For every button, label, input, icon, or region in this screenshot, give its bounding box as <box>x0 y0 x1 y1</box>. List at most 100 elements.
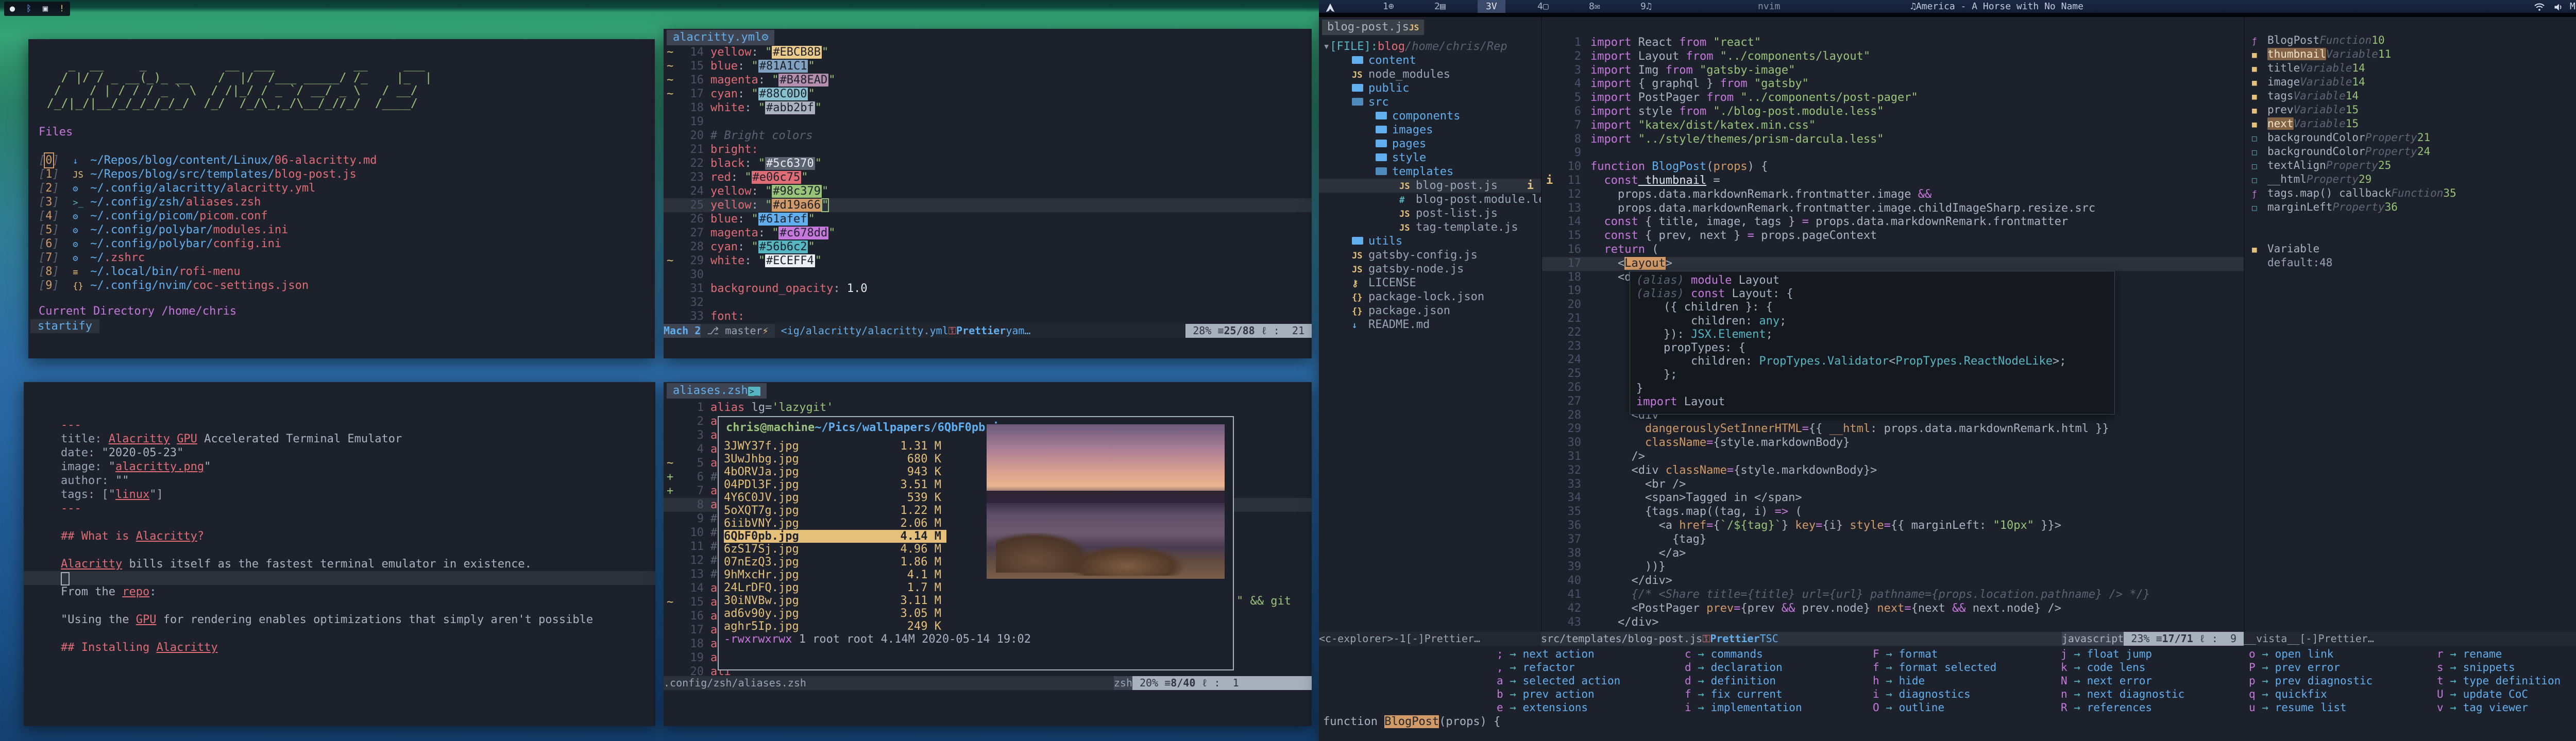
which-key-binding[interactable]: P → prev error <box>2249 661 2340 674</box>
startify-list-item[interactable]: [0] ↓~/Repos/blog/content/Linux/06-alacr… <box>39 153 655 167</box>
popup-file-row[interactable]: 6iibVNY.jpg2.06 M <box>724 517 946 530</box>
tree-node[interactable]: #blog-post.module.le <box>1319 193 1541 206</box>
workspace-4[interactable]: 4▢ <box>1529 0 1557 13</box>
display-icon[interactable]: ▣ <box>43 4 48 14</box>
tree-node[interactable]: JStag-template.js <box>1319 220 1541 234</box>
workspace-2[interactable]: 2▤ <box>1426 0 1454 13</box>
spotify-now-playing[interactable]: ♫America - A Horse with No Name <box>1910 0 2083 13</box>
workspace-9[interactable]: 9♫ <box>1632 0 1660 13</box>
workspace-3[interactable]: 3V <box>1478 0 1505 13</box>
vista-item[interactable]: □textAlignProperty25 <box>2245 159 2576 173</box>
tree-node[interactable]: {}package-lock.json <box>1319 290 1541 304</box>
arch-logo-icon[interactable] <box>1325 1 1335 14</box>
vista-item[interactable]: ■nextVariable15 <box>2245 117 2576 131</box>
vista-item[interactable]: ■imageVariable14 <box>2245 75 2576 89</box>
which-key-binding[interactable]: F → format <box>1873 648 1938 660</box>
startify-list-item[interactable]: [8] ≡~/.local/bin/rofi-menu <box>39 265 655 279</box>
vista-item[interactable]: ■tagsVariable14 <box>2245 89 2576 103</box>
which-key-binding[interactable]: d → definition <box>1685 675 1776 687</box>
popup-file-row[interactable]: 3JWY37f.jpg1.31 M <box>724 440 946 453</box>
vista-item[interactable]: ■prevVariable15 <box>2245 103 2576 117</box>
startify-list-item[interactable]: [2] ⚙~/.config/alacritty/alacritty.yml <box>39 181 655 195</box>
which-key-binding[interactable]: , → refactor <box>1497 661 1575 674</box>
popup-file-row[interactable]: 24LrDFQ.jpg1.7 M <box>724 581 946 594</box>
which-key-binding[interactable]: f → fix current <box>1685 688 1783 700</box>
which-key-binding[interactable]: s → snippets <box>2437 661 2515 674</box>
which-key-binding[interactable]: U → update CoC <box>2437 688 2528 700</box>
tree-node[interactable]: JSnode_modules <box>1319 67 1541 81</box>
nvim-editor[interactable]: blog-post.jsJS ▾[FILE]:blog/home/chris/Re… <box>1319 17 2576 741</box>
tray-bar[interactable]: ● ᛒ ▣! <box>4 2 70 16</box>
tree-node[interactable]: src <box>1319 95 1541 109</box>
which-key-binding[interactable]: f → format selected <box>1873 661 1996 674</box>
discord-icon[interactable]: ● <box>10 4 15 14</box>
wifi-icon[interactable] <box>2534 1 2545 13</box>
explorer-tab[interactable]: blog-post.jsJS <box>1322 20 1424 35</box>
popup-file-row[interactable]: 6QbF0pb.jpg4.14 M <box>724 530 946 543</box>
which-key-binding[interactable]: d → declaration <box>1685 661 1783 674</box>
popup-file-row[interactable]: 4Y6C0JV.jpg539 K <box>724 491 946 504</box>
popup-file-row[interactable]: 07nEzQ3.jpg1.86 M <box>724 556 946 568</box>
which-key-binding[interactable]: q → quickfix <box>2249 688 2327 700</box>
coc-explorer-pane[interactable]: blog-post.jsJS ▾[FILE]:blog/home/chris/Re… <box>1319 17 1541 632</box>
alacritty-yml-terminal[interactable]: alacritty.yml⚙~14yellow: "#EBCB8B"~15blu… <box>664 29 1312 358</box>
startify-terminal[interactable]: _ __ _ __ ___ __ ___ / |/ / _ __(_)_ __ … <box>28 39 655 358</box>
workspace-1[interactable]: 1⊕ <box>1375 0 1402 13</box>
which-key-binding[interactable]: v → tag viewer <box>2437 701 2528 714</box>
startify-list-item[interactable]: [9] {}~/.config/nvim/coc-settings.json <box>39 279 655 292</box>
markdown-terminal[interactable]: ---title: Alacritty GPU Accelerated Term… <box>24 382 655 726</box>
startify-list-item[interactable]: [5] ⚙~/.config/polybar/modules.ini <box>39 223 655 237</box>
tree-node[interactable]: style <box>1319 151 1541 165</box>
startify-list-item[interactable]: [4] ⚙~/.config/picom/picom.conf <box>39 209 655 223</box>
explorer-root[interactable]: ▾[FILE]:blog/home/chris/Rep <box>1323 40 1541 54</box>
bluetooth-icon[interactable]: ᛒ <box>26 4 31 14</box>
which-key-binding[interactable]: t → type definition <box>2437 675 2561 687</box>
tree-node[interactable]: pages <box>1319 137 1541 151</box>
popup-file-row[interactable]: aghr5Ip.jpg249 K <box>724 620 946 633</box>
vista-outline-pane[interactable]: ƒBlogPostFunction10■thumbnailVariable11■… <box>2245 17 2576 632</box>
which-key-binding[interactable]: h → hide <box>1873 675 1925 687</box>
which-key-binding[interactable]: i → diagnostics <box>1873 688 1971 700</box>
which-key-binding[interactable]: b → prev action <box>1497 688 1595 700</box>
popup-file-row[interactable]: ad6v90y.jpg3.05 M <box>724 607 946 620</box>
vista-item[interactable]: ƒtags.map() callbackFunction35 <box>2245 186 2576 200</box>
vista-item[interactable]: ■titleVariable14 <box>2245 61 2576 75</box>
startify-list-item[interactable]: [6] ⚙~/.config/polybar/config.ini <box>39 237 655 251</box>
which-key-binding[interactable]: R → references <box>2061 701 2152 714</box>
which-key-binding[interactable]: j → float jump <box>2061 648 2152 660</box>
vista-item[interactable]: ƒBlogPostFunction10 <box>2245 33 2576 47</box>
tree-node[interactable]: components <box>1319 109 1541 123</box>
popup-file-row[interactable]: 6zS17Sj.jpg4.96 M <box>724 543 946 556</box>
tree-node[interactable]: ⚷LICENSE <box>1319 276 1541 290</box>
tree-node[interactable]: templates <box>1319 165 1541 179</box>
fzf-preview-popup[interactable]: chris@machine~/Pics/wallpapers/6QbF0pb.j… <box>718 416 1234 670</box>
tree-node[interactable]: JSgatsby-node.js <box>1319 262 1541 276</box>
tree-node[interactable]: JSblog-post.jsi <box>1319 179 1541 193</box>
which-key-binding[interactable]: a → selected action <box>1497 675 1620 687</box>
which-key-binding[interactable]: k → code lens <box>2061 661 2145 674</box>
which-key-binding[interactable]: n → next diagnostic <box>2061 688 2184 700</box>
popup-file-row[interactable]: 5oXQT7g.jpg1.22 M <box>724 504 946 517</box>
vista-item[interactable]: □__htmlProperty29 <box>2245 173 2576 186</box>
which-key-binding[interactable]: u → resume list <box>2249 701 2347 714</box>
startify-list-item[interactable]: [1] JS~/Repos/blog/src/templates/blog-po… <box>39 167 655 181</box>
which-key-binding[interactable]: O → outline <box>1873 701 1944 714</box>
aliases-terminal[interactable]: aliases.zsh>_1alias lg='lazygit'2ali3ali… <box>664 382 1312 726</box>
which-key-binding[interactable]: e → extensions <box>1497 701 1588 714</box>
tree-node[interactable]: utils <box>1319 234 1541 248</box>
startify-list-item[interactable]: [3] >_~/.config/zsh/aliases.zsh <box>39 195 655 209</box>
notification-icon[interactable]: ! <box>59 4 64 14</box>
popup-file-row[interactable]: 30iNVBw.jpg3.11 M <box>724 594 946 607</box>
workspace-8[interactable]: 8✉ <box>1581 0 1608 13</box>
tree-node[interactable]: JSgatsby-config.js <box>1319 248 1541 262</box>
which-key-binding[interactable]: p → prev diagnostic <box>2249 675 2372 687</box>
popup-file-row[interactable]: 4bORVJa.jpg943 K <box>724 466 946 478</box>
code-pane[interactable]: 1import React from "react"2import Layout… <box>1542 17 2244 632</box>
tree-node[interactable]: JSpost-list.js <box>1319 206 1541 220</box>
popup-file-row[interactable]: 04PDl3F.jpg3.51 M <box>724 478 946 491</box>
startify-list-item[interactable]: [7] ⚙~/.zshrc <box>39 251 655 265</box>
tree-node[interactable]: content <box>1319 54 1541 67</box>
popup-file-row[interactable]: 3UwJhbg.jpg680 K <box>724 453 946 466</box>
tree-node[interactable]: ↓README.md <box>1319 318 1541 332</box>
which-key-binding[interactable]: o → open link <box>2249 648 2333 660</box>
